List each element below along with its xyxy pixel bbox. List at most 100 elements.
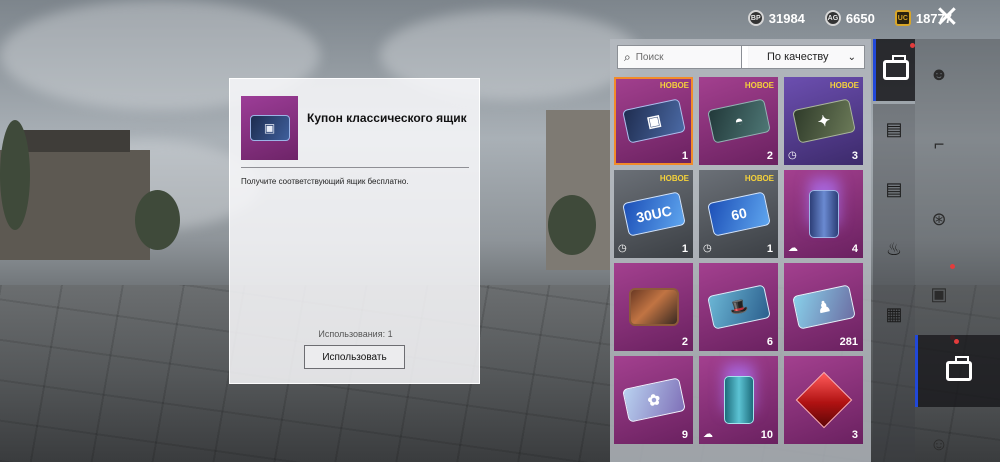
tab-fire[interactable]: ♨: [879, 235, 909, 263]
fashion-ticket-image: 🎩: [706, 284, 771, 330]
ag-currency: AG 6650: [824, 10, 875, 26]
notification-dot: [950, 264, 955, 269]
search-icon: ⌕: [624, 49, 631, 64]
new-badge: НОВОЕ: [659, 174, 689, 183]
inventory-panel: ⌕ По качеству ⌄ ▣ НОВОЕ 1 ◓ НОВОЕ 2 ✦ НОВОЕ ◷ 3 30…: [610, 39, 871, 462]
building-roof: [20, 130, 130, 152]
ticket-icon: ▤: [885, 178, 903, 199]
tab-vehicles[interactable]: ⊛: [924, 205, 954, 233]
tab-misc[interactable]: ▤: [879, 175, 909, 203]
item-quantity: 4: [851, 243, 858, 255]
helmet-crate-coupon-image: ◓: [706, 98, 771, 144]
clock-icon: ◷: [618, 243, 627, 254]
flower-ticket-image: ✿: [621, 377, 686, 423]
army-crate-coupon-image: ✦: [791, 98, 856, 144]
coupon-icon: ▣: [249, 115, 290, 141]
search-input[interactable]: [635, 51, 736, 63]
inventory-item-glowing-can[interactable]: ☁ 4: [784, 170, 863, 258]
vehicle-engine-art: [628, 288, 679, 326]
use-button[interactable]: Использовать: [304, 345, 405, 369]
close-icon: ✕: [934, 1, 960, 34]
uc-coin-icon: UC: [894, 10, 911, 26]
red-gem-image: [795, 371, 852, 429]
crate-icon: [882, 55, 909, 80]
gift-icon: ▦: [885, 303, 903, 324]
cloud-upload-icon: ☁: [788, 243, 798, 254]
usage-count: Использования: 1: [318, 329, 393, 339]
category-rail: [873, 104, 915, 462]
item-quantity: 2: [681, 336, 688, 348]
steering-wheel-icon: ⊛: [931, 208, 947, 229]
uc-voucher-30-image: 30UC: [621, 191, 686, 237]
item-quantity: 1: [766, 243, 773, 255]
tab-inventory[interactable]: [915, 335, 1000, 407]
divider: [241, 167, 469, 168]
glowing-can-art: [808, 190, 839, 238]
inventory-item-teal-glowing-can[interactable]: ☁ 10: [699, 356, 778, 444]
clock-icon: ◷: [703, 243, 712, 254]
inventory-item-vehicle-engine[interactable]: 2: [614, 263, 693, 351]
tree: [0, 120, 30, 230]
suit-ticket-image: ♟: [791, 284, 856, 330]
suit-ticket-art: ♟: [791, 284, 856, 330]
item-quantity: 10: [760, 429, 773, 441]
item-title: Купон классического ящик: [307, 111, 467, 125]
item-detail-panel: ▣ Купон классического ящик Получите соот…: [229, 78, 480, 384]
item-quantity: 1: [681, 243, 688, 255]
search-box[interactable]: ⌕: [617, 45, 749, 69]
clock-icon: ◷: [788, 150, 797, 161]
inventory-item-uc-voucher-30[interactable]: 30UC НОВОЕ ◷ 1: [614, 170, 693, 258]
inventory-item-classic-crate-coupon[interactable]: ▣ НОВОЕ 1: [614, 77, 693, 165]
ticket-icon: ▤: [885, 118, 903, 139]
bp-coin-icon: BP: [747, 10, 764, 26]
new-badge: НОВОЕ: [659, 81, 689, 90]
notification-dot: [954, 339, 959, 344]
notification-dot: [910, 43, 915, 48]
tab-outfits[interactable]: ▣: [924, 280, 954, 308]
silver-fragment-icon: AG: [824, 10, 841, 26]
flower-ticket-art: ✿: [621, 377, 686, 423]
ag-amount: 6650: [845, 10, 875, 26]
tab-character[interactable]: ☻: [924, 60, 954, 88]
teal-glowing-can-art: [723, 376, 754, 424]
inventory-item-fashion-ticket[interactable]: 🎩 6: [699, 263, 778, 351]
bp-currency: BP 31984: [747, 10, 805, 26]
helmet-crate-coupon-art: ◓: [706, 98, 771, 144]
new-badge: НОВОЕ: [744, 174, 774, 183]
item-quantity: 1: [681, 150, 688, 162]
uc-voucher-60-art: 60: [706, 191, 771, 237]
item-quantity: 6: [766, 336, 773, 348]
tab-weapons[interactable]: ⌐: [924, 130, 954, 158]
social-icon: ☺: [929, 433, 949, 454]
item-quantity: 9: [681, 429, 688, 441]
inventory-item-uc-voucher-60[interactable]: 60 НОВОЕ ◷ 1: [699, 170, 778, 258]
tree: [135, 190, 180, 250]
new-badge: НОВОЕ: [829, 81, 859, 90]
new-badge: НОВОЕ: [744, 81, 774, 90]
tab-social[interactable]: ☺: [924, 430, 954, 458]
classic-crate-coupon-image: ▣: [621, 98, 686, 144]
chevron-down-icon: ⌄: [847, 51, 856, 63]
flame-icon: ♨: [885, 238, 903, 259]
tab-gifts[interactable]: ▦: [879, 300, 909, 328]
sort-dropdown[interactable]: По качеству ⌄: [741, 45, 865, 69]
tab-crates[interactable]: [873, 39, 915, 101]
sort-label: По качеству: [767, 51, 829, 63]
teal-glowing-can-image: [723, 376, 754, 424]
tab-coupons[interactable]: ▤: [879, 115, 909, 143]
inventory-item-flower-ticket[interactable]: ✿ 9: [614, 356, 693, 444]
inventory-item-red-gem[interactable]: 3: [784, 356, 863, 444]
glowing-can-image: [808, 190, 839, 238]
pistol-icon: ⌐: [933, 133, 945, 154]
character-icon: ☻: [929, 63, 949, 84]
bp-amount: 31984: [768, 10, 805, 26]
inventory-item-suit-ticket[interactable]: ♟ 281: [784, 263, 863, 351]
inventory-item-helmet-crate-coupon[interactable]: ◓ НОВОЕ 2: [699, 77, 778, 165]
inventory-item-army-crate-coupon[interactable]: ✦ НОВОЕ ◷ 3: [784, 77, 863, 165]
currency-bar: BP 31984 AG 6650 UC 18777: [747, 10, 952, 26]
item-quantity: 2: [766, 150, 773, 162]
close-button[interactable]: ✕: [932, 1, 962, 34]
inventory-box-icon: [946, 356, 972, 381]
uc-voucher-60-image: 60: [706, 191, 771, 237]
army-crate-coupon-art: ✦: [791, 98, 856, 144]
